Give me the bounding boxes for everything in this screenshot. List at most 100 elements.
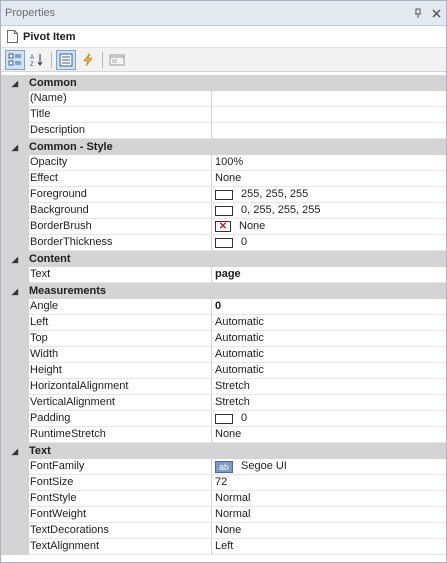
color-swatch[interactable] xyxy=(215,413,233,424)
color-swatch[interactable] xyxy=(215,205,233,216)
property-row[interactable]: FontStyle Normal xyxy=(1,491,446,507)
property-value-cell[interactable] xyxy=(212,91,446,107)
property-row[interactable]: VerticalAlignment Stretch xyxy=(1,395,446,411)
collapse-arrow-icon[interactable]: ◢ xyxy=(1,143,29,152)
property-row[interactable]: Angle 0 xyxy=(1,299,446,315)
properties-button[interactable] xyxy=(56,49,76,70)
property-value-cell[interactable]: Automatic xyxy=(212,347,446,363)
property-row[interactable]: HorizontalAlignment Stretch xyxy=(1,379,446,395)
property-value-cell[interactable]: None xyxy=(212,427,446,443)
collapse-arrow-icon[interactable]: ◢ xyxy=(1,447,29,456)
property-value-cell[interactable]: Automatic xyxy=(212,363,446,379)
toolbar-separator xyxy=(51,51,52,68)
property-value-cell[interactable]: Automatic xyxy=(212,315,446,331)
category-header[interactable]: ◢ Content xyxy=(1,251,446,267)
property-name: Left xyxy=(29,315,212,331)
category-header[interactable]: ◢ Text xyxy=(1,443,446,459)
property-row[interactable]: Left Automatic xyxy=(1,315,446,331)
property-value-cell[interactable]: Stretch xyxy=(212,379,446,395)
property-value-cell[interactable]: 0 xyxy=(212,235,446,251)
property-row[interactable]: TextDecorations None xyxy=(1,523,446,539)
property-value: Automatic xyxy=(215,364,264,376)
row-gutter xyxy=(1,123,29,139)
property-row[interactable]: (Name) xyxy=(1,91,446,107)
property-row[interactable]: Foreground 255, 255, 255 xyxy=(1,187,446,203)
property-row[interactable]: RuntimeStretch None xyxy=(1,427,446,443)
property-row[interactable]: Text page xyxy=(1,267,446,283)
close-icon[interactable] xyxy=(428,5,444,21)
object-name: Pivot Item xyxy=(23,30,76,43)
property-row[interactable]: FontFamily ab Segoe UI xyxy=(1,459,446,475)
categorized-button[interactable] xyxy=(5,49,25,70)
property-value-cell[interactable]: Automatic xyxy=(212,331,446,347)
property-value: 0 xyxy=(241,236,248,248)
row-gutter xyxy=(1,363,29,379)
property-row[interactable]: TextAlignment Left xyxy=(1,539,446,555)
property-value-cell[interactable]: 72 xyxy=(212,475,446,491)
property-value-cell[interactable]: ✕ None xyxy=(212,219,446,235)
pin-icon[interactable] xyxy=(410,5,426,21)
color-swatch[interactable] xyxy=(215,237,233,248)
property-value: None xyxy=(239,220,266,232)
property-name: Title xyxy=(29,107,212,123)
collapse-arrow-icon[interactable]: ◢ xyxy=(1,287,29,296)
property-row[interactable]: Effect None xyxy=(1,171,446,187)
property-value-cell[interactable] xyxy=(212,123,446,139)
property-value: 100% xyxy=(215,156,244,168)
property-value-cell[interactable]: Stretch xyxy=(212,395,446,411)
svg-text:A: A xyxy=(30,55,34,61)
property-value: page xyxy=(215,268,241,280)
property-value-cell[interactable]: Normal xyxy=(212,491,446,507)
alphabetical-button[interactable]: A Z xyxy=(27,50,47,70)
property-value-cell[interactable]: 0 xyxy=(212,299,446,315)
category-header[interactable]: ◢ Common - Style xyxy=(1,139,446,155)
property-row[interactable]: Padding 0 xyxy=(1,411,446,427)
property-name: BorderThickness xyxy=(29,235,212,251)
svg-text:Z: Z xyxy=(30,62,34,67)
collapse-arrow-icon[interactable]: ◢ xyxy=(1,255,29,264)
property-value-cell[interactable]: 255, 255, 255 xyxy=(212,187,446,203)
property-value-cell[interactable]: 100% xyxy=(212,155,446,171)
collapse-arrow-icon[interactable]: ◢ xyxy=(1,79,29,88)
property-row[interactable]: FontSize 72 xyxy=(1,475,446,491)
selected-object-row: Pivot Item xyxy=(1,26,446,48)
property-value-cell[interactable]: Left xyxy=(212,539,446,555)
property-pages-button[interactable] xyxy=(107,50,127,70)
property-value-cell[interactable]: page xyxy=(212,267,446,283)
category-header[interactable]: ◢ Common xyxy=(1,75,446,91)
property-value-cell[interactable]: ab Segoe UI xyxy=(212,459,446,475)
property-value-cell[interactable]: 0, 255, 255, 255 xyxy=(212,203,446,219)
events-button[interactable] xyxy=(78,50,98,70)
no-brush-icon[interactable]: ✕ xyxy=(215,221,231,232)
property-row[interactable]: Width Automatic xyxy=(1,347,446,363)
color-swatch[interactable] xyxy=(215,189,233,200)
font-icon[interactable]: ab xyxy=(215,460,233,473)
property-value-cell[interactable]: None xyxy=(212,171,446,187)
row-gutter xyxy=(1,507,29,523)
property-name: FontStyle xyxy=(29,491,212,507)
property-row[interactable]: BorderThickness 0 xyxy=(1,235,446,251)
property-value-cell[interactable]: Normal xyxy=(212,507,446,523)
row-gutter xyxy=(1,347,29,363)
property-value-cell[interactable]: 0 xyxy=(212,411,446,427)
row-gutter xyxy=(1,331,29,347)
property-row[interactable]: Background 0, 255, 255, 255 xyxy=(1,203,446,219)
property-value: None xyxy=(215,172,242,184)
categorized-icon xyxy=(8,53,21,65)
property-name: Text xyxy=(29,267,212,283)
document-icon xyxy=(7,30,18,43)
property-row[interactable]: Top Automatic xyxy=(1,331,446,347)
property-row[interactable]: Opacity 100% xyxy=(1,155,446,171)
row-gutter xyxy=(1,523,29,539)
property-row[interactable]: Title xyxy=(1,107,446,123)
property-value-cell[interactable]: None xyxy=(212,523,446,539)
property-row[interactable]: FontWeight Normal xyxy=(1,507,446,523)
property-row[interactable]: Height Automatic xyxy=(1,363,446,379)
property-value: Stretch xyxy=(215,380,250,392)
property-row[interactable]: BorderBrush ✕ None xyxy=(1,219,446,235)
category-label: Text xyxy=(29,445,51,457)
category-header[interactable]: ◢ Measurements xyxy=(1,283,446,299)
property-value-cell[interactable] xyxy=(212,107,446,123)
property-row[interactable]: Description xyxy=(1,123,446,139)
property-value: Segoe UI xyxy=(241,460,287,472)
